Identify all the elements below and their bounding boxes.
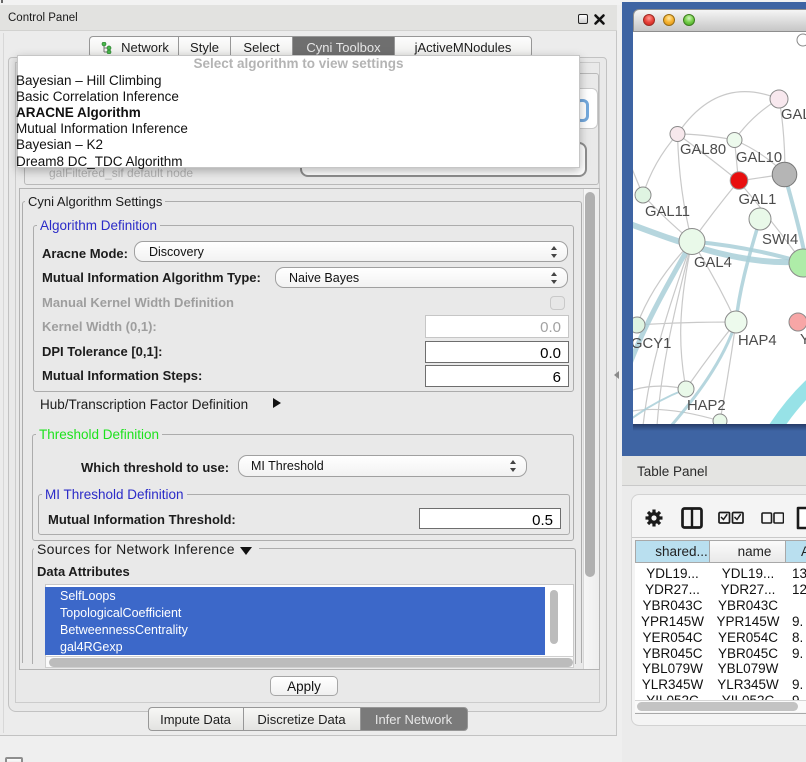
svg-text:GAL1: GAL1 bbox=[739, 192, 777, 208]
svg-text:GAL11: GAL11 bbox=[645, 204, 690, 220]
svg-text:GAL80: GAL80 bbox=[680, 142, 726, 158]
svg-text:GAL10: GAL10 bbox=[736, 150, 782, 166]
svg-text:GAL4: GAL4 bbox=[694, 255, 732, 271]
svg-text:HAP2: HAP2 bbox=[687, 398, 726, 414]
svg-text:Y: Y bbox=[800, 332, 806, 348]
svg-text:SWI4: SWI4 bbox=[762, 232, 798, 248]
svg-text:GCY1: GCY1 bbox=[633, 336, 671, 352]
svg-text:GAL2: GAL2 bbox=[781, 107, 806, 123]
svg-text:HAP4: HAP4 bbox=[738, 333, 777, 349]
